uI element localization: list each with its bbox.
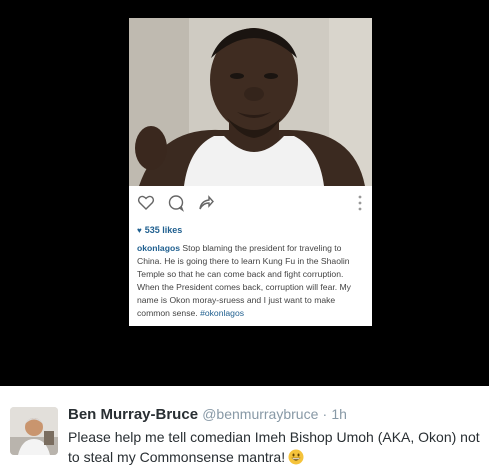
caption-text: Stop blaming the president for traveling…	[137, 243, 351, 318]
grinning-face-emoji	[288, 449, 304, 465]
tweet-body: Please help me tell comedian Imeh Bishop…	[68, 429, 480, 465]
tweet-header: Ben Murray-Bruce @benmurraybruce · 1h	[68, 406, 347, 423]
tweet-text: Please help me tell comedian Imeh Bishop…	[68, 427, 480, 467]
tweet-timestamp[interactable]: 1h	[331, 406, 347, 422]
author-name[interactable]: Ben Murray-Bruce	[68, 406, 198, 423]
separator-dot: ·	[322, 406, 328, 422]
post-caption: okonlagos Stop blaming the president for…	[137, 242, 365, 320]
post-username[interactable]: okonlagos	[137, 243, 180, 253]
avatar[interactable]	[10, 407, 58, 455]
tweet-media-image[interactable]: ♥ 535 likes okonlagos Stop blaming the p…	[0, 0, 489, 386]
hashtag-link[interactable]: #okonlagos	[200, 308, 244, 318]
post-action-bar	[129, 186, 372, 218]
share-arrow-icon[interactable]	[197, 194, 215, 212]
heart-filled-icon: ♥	[137, 225, 142, 235]
heart-outline-icon[interactable]	[137, 194, 155, 212]
likes-count[interactable]: ♥ 535 likes	[137, 225, 182, 235]
tweet: Ben Murray-Bruce @benmurraybruce · 1h Pl…	[0, 386, 489, 466]
more-vertical-icon[interactable]	[358, 194, 362, 212]
instagram-post-screenshot: ♥ 535 likes okonlagos Stop blaming the p…	[129, 18, 372, 326]
post-photo	[129, 18, 372, 186]
comment-bubble-icon[interactable]	[167, 194, 185, 212]
author-handle[interactable]: @benmurraybruce	[202, 406, 318, 422]
likes-label: 535 likes	[144, 225, 183, 235]
